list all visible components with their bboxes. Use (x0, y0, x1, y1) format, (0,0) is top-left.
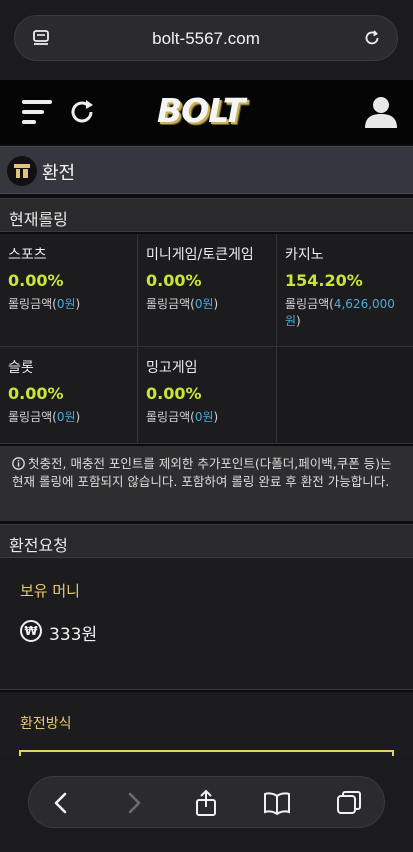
won-icon: ₩ (20, 620, 42, 642)
info-icon (12, 457, 25, 470)
tabs-icon[interactable] (335, 789, 363, 817)
rolling-notice-text: 첫충전, 매충전 포인트를 제외한 추가포인트(다폴더,페이백,쿠폰 등)는 현… (12, 456, 392, 489)
rolling-section-heading: 현재롤링 (0, 198, 413, 232)
rolling-item-amount: 롤링금액(0원) (8, 410, 81, 424)
rolling-item-name: 미니게임/토큰게임 (146, 247, 254, 263)
site-header: BOLT (0, 80, 413, 144)
browser-bottom-toolbar (0, 756, 413, 852)
rolling-item-amount: 롤링금액(0원) (146, 410, 219, 424)
bookmarks-icon[interactable] (263, 789, 291, 817)
balance-label: 보유 머니 (20, 582, 80, 600)
method-label: 환전방식 (20, 716, 72, 732)
user-icon[interactable] (364, 95, 398, 129)
request-section-heading: 환전요청 (0, 524, 413, 558)
rolling-item-percent: 0.00% (146, 271, 202, 290)
rolling-grid: 스포츠 0.00% 롤링금액(0원) 미니게임/토큰게임 0.00% 롤링금액(… (0, 234, 413, 444)
rolling-item-percent: 0.00% (8, 271, 64, 290)
exchange-icon (7, 156, 37, 186)
rolling-item-name: 카지노 (285, 247, 324, 263)
rolling-item-mingo: 밍고게임 0.00% 롤링금액(0원) (138, 347, 277, 444)
rolling-item-percent: 154.20% (285, 271, 363, 290)
request-heading-text: 환전요청 (9, 536, 68, 555)
rolling-item-slot: 슬롯 0.00% 롤링금액(0원) (0, 347, 138, 444)
rolling-item-name: 밍고게임 (146, 360, 198, 376)
forward-icon[interactable] (120, 789, 148, 817)
balance-panel: 보유 머니 ₩ 333원 (0, 558, 413, 690)
address-bar[interactable]: bolt-5567.com (14, 15, 398, 61)
url-text[interactable]: bolt-5567.com (15, 29, 397, 49)
rolling-item-name: 스포츠 (8, 247, 47, 263)
rolling-item-amount: 롤링금액(0원) (146, 297, 219, 311)
balance-value: 333원 (49, 625, 98, 645)
rolling-item-sports: 스포츠 0.00% 롤링금액(0원) (0, 234, 138, 347)
rolling-item-percent: 0.00% (8, 384, 64, 403)
page-title-bar: 환전 (0, 146, 413, 194)
hamburger-icon[interactable] (21, 98, 53, 126)
page-title: 환전 (42, 163, 76, 184)
rolling-item-percent: 0.00% (146, 384, 202, 403)
rolling-item-amount: 롤링금액(0원) (8, 297, 81, 311)
rolling-item-amount: 롤링금액(4,626,000원) (285, 297, 395, 328)
refresh-icon[interactable] (67, 97, 97, 127)
rolling-item-casino: 카지노 154.20% 롤링금액(4,626,000원) (277, 234, 413, 347)
rolling-heading-text: 현재롤링 (9, 210, 68, 229)
reload-icon[interactable] (362, 28, 382, 48)
back-icon[interactable] (47, 789, 75, 817)
method-panel: 환전방식 (0, 692, 413, 760)
browser-toolbar: bolt-5567.com (0, 0, 413, 80)
rolling-item-name: 슬롯 (8, 360, 34, 376)
site-logo[interactable]: BOLT (157, 91, 257, 131)
rolling-item-minigame: 미니게임/토큰게임 0.00% 롤링금액(0원) (138, 234, 277, 347)
share-icon[interactable] (192, 789, 220, 817)
rolling-grid-empty-cell (277, 347, 413, 444)
rolling-notice: 첫충전, 매충전 포인트를 제외한 추가포인트(다폴더,페이백,쿠폰 등)는 현… (0, 446, 413, 521)
bottom-nav-bar (28, 776, 385, 828)
